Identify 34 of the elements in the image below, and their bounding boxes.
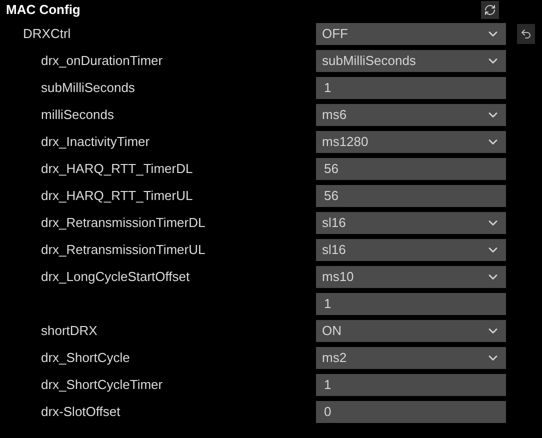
refresh-button[interactable] [481, 1, 499, 19]
field-label: shortDRX [41, 322, 98, 338]
field-label: drx_HARQ_RTT_TimerDL [41, 160, 193, 176]
undo-icon [520, 28, 532, 40]
field-label: drx_HARQ_RTT_TimerUL [41, 188, 193, 202]
dropdown[interactable]: ms2 [316, 346, 506, 368]
field-label: drx_RetransmissionTimerUL [41, 242, 206, 256]
input-field[interactable]: 0 [316, 400, 506, 422]
input-field[interactable]: 1 [316, 374, 506, 396]
dropdown[interactable]: ms6 [316, 104, 506, 126]
input-field[interactable]: 1 [316, 76, 506, 98]
field-label: subMilliSeconds [41, 80, 135, 94]
section-title: MAC Config [6, 1, 80, 20]
field-label: drx_onDurationTimer [41, 52, 163, 68]
field-label: drx_ShortCycleTimer [41, 376, 163, 392]
input-field[interactable]: 56 [316, 184, 506, 206]
input-field[interactable]: 56 [316, 158, 506, 180]
field-label: drx_InactivityTimer [41, 134, 150, 148]
refresh-icon [484, 4, 496, 16]
field-label: milliSeconds [41, 106, 114, 122]
field-label: drx_LongCycleStartOffset [41, 268, 190, 284]
dropdown[interactable]: OFF [316, 22, 506, 44]
field-label: drx_ShortCycle [41, 350, 130, 364]
input-field[interactable]: 1 [316, 292, 506, 314]
field-label: drx-SlotOffset [41, 404, 120, 418]
dropdown[interactable]: ON [316, 320, 506, 342]
dropdown[interactable]: ms1280 [316, 130, 506, 152]
undo-button[interactable] [517, 24, 535, 44]
dropdown[interactable]: sl16 [316, 212, 506, 234]
dropdown[interactable]: sl16 [316, 238, 506, 260]
field-label: DRXCtrl [23, 26, 71, 40]
field-label: drx_RetransmissionTimerDL [41, 214, 206, 230]
dropdown[interactable]: ms10 [316, 266, 506, 288]
dropdown[interactable]: subMilliSeconds [316, 50, 506, 72]
